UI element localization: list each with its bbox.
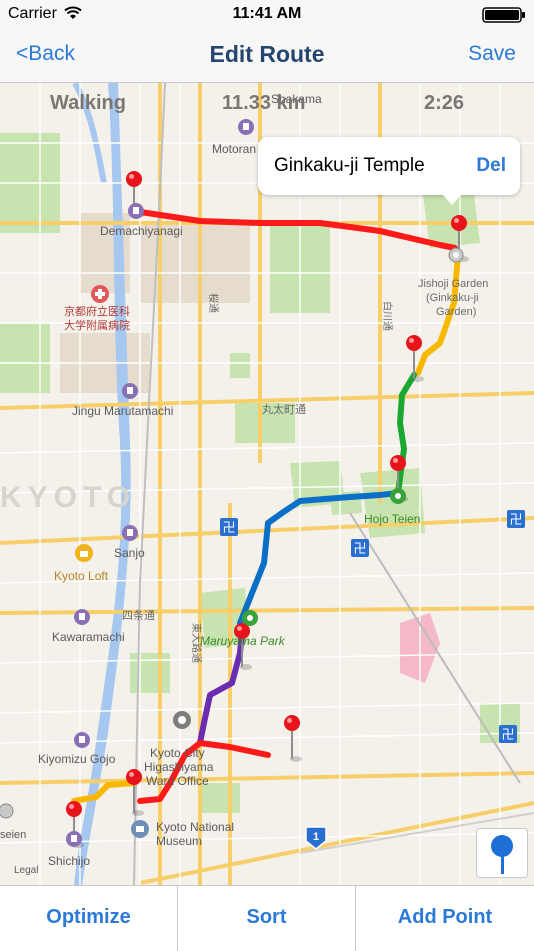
poi-icon [0, 803, 14, 819]
status-bar: Carrier 11:41 AM [0, 0, 534, 28]
map-label: 京都府立医科 [64, 304, 130, 318]
map-label: Kyoto City [150, 746, 205, 760]
map-label: Maruyama Park [200, 634, 286, 648]
svg-text:卍: 卍 [222, 520, 235, 535]
navigation-bar: <Back Edit Route Save [0, 28, 534, 83]
add-point-button[interactable]: Add Point [356, 886, 534, 951]
map-label: Shichijo [48, 854, 90, 868]
shopping-icon [75, 544, 93, 562]
map-label: 丸太町通 [262, 403, 306, 416]
map-label-vertical: 桜通 [207, 293, 220, 313]
map-label: (Ginkaku-ji [426, 292, 479, 304]
poi-icon [448, 247, 464, 263]
svg-text:卍: 卍 [501, 727, 514, 742]
map-label: Motoran [212, 142, 256, 156]
map-label: Kyoto Loft [54, 569, 109, 583]
map-label: Sanjo [114, 546, 145, 560]
page-title: Edit Route [209, 41, 325, 67]
map-label: Jishoji Garden [418, 278, 488, 290]
map-label: Garden) [436, 306, 476, 318]
battery-icon [482, 7, 525, 23]
svg-text:1: 1 [313, 831, 319, 843]
callout-title: Ginkaku-ji Temple [274, 155, 425, 176]
temple-icon: 卍 [507, 510, 525, 528]
svg-text:卍: 卍 [509, 512, 522, 527]
route-distance: 11.33 km [222, 92, 306, 114]
map-label-vertical: 東大路通 [190, 623, 203, 663]
legal-link: Legal [14, 865, 38, 876]
map-label-vertical: 白川通 [381, 301, 394, 331]
map-label: Kawaramachi [52, 630, 125, 644]
delete-pin-button[interactable]: Del [476, 155, 506, 177]
map-label: Demachiyanagi [100, 224, 183, 238]
park-icon [242, 610, 258, 626]
map-label: Museum [156, 834, 202, 848]
location-pin-icon [491, 835, 513, 874]
route-duration: 2:26 [424, 92, 465, 114]
map-label: seien [0, 829, 26, 841]
government-icon [173, 711, 191, 729]
map-label: Kiyomizu Gojo [38, 752, 116, 766]
current-location-button[interactable] [476, 828, 528, 878]
map-label-city: KYOTO [0, 481, 136, 514]
map-label: Jingu Marutamachi [72, 404, 173, 418]
svg-text:卍: 卍 [353, 541, 366, 556]
route-map[interactable]: Shakama Motoran Demachiyanagi Jishoji Ga… [0, 83, 534, 885]
travel-mode: Walking [50, 92, 126, 114]
hospital-icon [91, 285, 109, 303]
bottom-toolbar: Optimize Sort Add Point [0, 885, 534, 951]
park-icon [390, 488, 406, 504]
temple-icon: 卍 [499, 725, 517, 743]
map-label: 四条通 [122, 608, 155, 622]
map-label: Hojo Teien [364, 512, 420, 526]
pin-callout[interactable]: Ginkaku-ji Temple Del [258, 137, 520, 205]
optimize-button[interactable]: Optimize [0, 886, 178, 951]
save-button[interactable]: Save [468, 42, 516, 66]
clock: 11:41 AM [232, 5, 302, 22]
temple-icon: 卍 [220, 518, 238, 536]
map-label: Kyoto National [156, 820, 234, 834]
museum-icon [131, 820, 149, 838]
temple-icon: 卍 [351, 539, 369, 557]
map-label: Higashiyama [144, 760, 214, 774]
callout-pointer [442, 194, 462, 205]
map-label: 大学附属病院 [64, 318, 130, 332]
map-label: Ward Office [146, 774, 209, 788]
sort-button[interactable]: Sort [178, 886, 356, 951]
